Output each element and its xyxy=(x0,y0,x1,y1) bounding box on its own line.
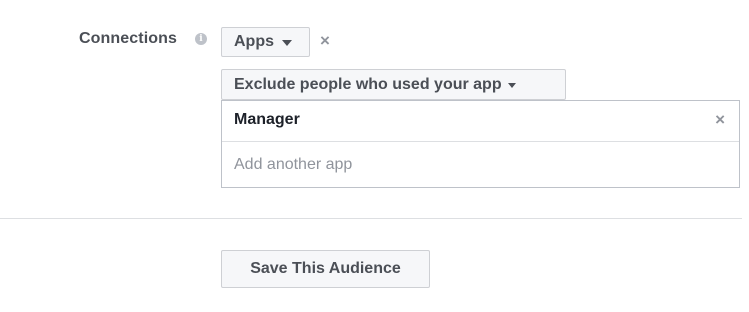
caret-down-icon xyxy=(282,40,292,46)
selected-app-row: Manager × xyxy=(222,101,739,142)
connection-mode-dropdown[interactable]: Exclude people who used your app xyxy=(221,69,566,100)
connection-type-dropdown[interactable]: Apps xyxy=(221,27,310,57)
remove-connection-icon[interactable]: × xyxy=(320,31,330,51)
add-app-input[interactable] xyxy=(222,142,739,187)
info-icon[interactable]: i xyxy=(195,33,207,45)
app-selector: Manager × xyxy=(221,100,740,188)
save-audience-button[interactable]: Save This Audience xyxy=(221,250,430,288)
connection-mode-value: Exclude people who used your app xyxy=(234,75,502,93)
connections-label: Connections xyxy=(79,30,177,47)
connection-type-value: Apps xyxy=(234,33,274,50)
remove-app-icon[interactable]: × xyxy=(715,110,725,130)
caret-down-icon xyxy=(507,83,516,88)
selected-app-name: Manager xyxy=(234,111,300,128)
section-divider xyxy=(0,218,742,219)
